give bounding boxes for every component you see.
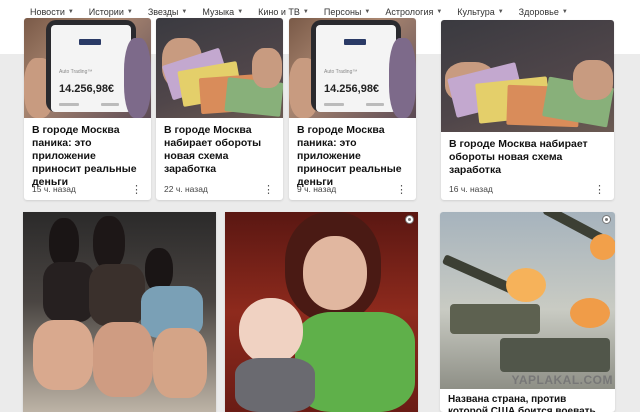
nav-item-label: Музыка bbox=[202, 7, 235, 17]
card-thumbnail bbox=[156, 18, 283, 118]
more-options-icon[interactable]: ⋮ bbox=[263, 185, 274, 196]
card-time: 9 ч. назад bbox=[297, 184, 337, 194]
chevron-down-icon: ▼ bbox=[561, 9, 568, 15]
nav-item-news[interactable]: Новости ▼ bbox=[30, 7, 74, 17]
card-time: 15 ч. назад bbox=[32, 184, 76, 194]
news-card[interactable] bbox=[23, 212, 216, 412]
card-time: 16 ч. назад bbox=[449, 184, 493, 194]
card-thumbnail: Auto Trading™ 14.256,98€ bbox=[24, 18, 151, 118]
card-title[interactable]: В городе Москва набирает обороты новая с… bbox=[164, 124, 275, 176]
ad-marker-icon[interactable] bbox=[602, 215, 611, 224]
card-title[interactable]: В городе Москва паника: это приложение п… bbox=[297, 124, 408, 189]
nav-item-cinema-tv[interactable]: Кино и ТВ ▼ bbox=[258, 7, 309, 17]
card-thumbnail bbox=[225, 212, 418, 412]
more-options-icon[interactable]: ⋮ bbox=[594, 185, 605, 196]
card-thumbnail bbox=[440, 212, 615, 389]
card-title[interactable]: В городе Москва набирает обороты новая с… bbox=[449, 138, 606, 177]
chevron-down-icon: ▼ bbox=[181, 9, 188, 15]
news-card[interactable]: Auto Trading™ 14.256,98€ В городе Москва… bbox=[289, 18, 416, 200]
card-thumbnail bbox=[23, 212, 216, 412]
more-options-icon[interactable]: ⋮ bbox=[131, 185, 142, 196]
phone-image: Auto Trading™ 14.256,98€ bbox=[311, 20, 401, 112]
nav-item-label: Здоровье bbox=[518, 7, 559, 17]
nav-item-label: Астрология bbox=[385, 7, 434, 17]
news-card[interactable] bbox=[225, 212, 418, 412]
nav-item-health[interactable]: Здоровье ▼ bbox=[519, 7, 568, 17]
nav-item-music[interactable]: Музыка ▼ bbox=[202, 7, 243, 17]
chevron-down-icon: ▼ bbox=[237, 9, 244, 15]
chevron-down-icon: ▼ bbox=[302, 9, 309, 15]
chevron-down-icon: ▼ bbox=[67, 9, 74, 15]
card-thumbnail bbox=[441, 20, 614, 132]
nav-item-label: Истории bbox=[88, 7, 124, 17]
nav-item-stars[interactable]: Звезды ▼ bbox=[148, 7, 188, 17]
nav-item-label: Звезды bbox=[147, 7, 179, 17]
news-card[interactable]: Auto Trading™ 14.256,98€ В городе Москва… bbox=[24, 18, 151, 200]
news-card[interactable]: В городе Москва набирает обороты новая с… bbox=[156, 18, 283, 200]
card-time: 22 ч. назад bbox=[164, 184, 208, 194]
nav-item-stories[interactable]: Истории ▼ bbox=[89, 7, 133, 17]
more-options-icon[interactable]: ⋮ bbox=[396, 185, 407, 196]
nav-item-label: Культура bbox=[457, 7, 495, 17]
nav-item-persons[interactable]: Персоны ▼ bbox=[324, 7, 370, 17]
nav-item-label: Персоны bbox=[323, 7, 362, 17]
card-thumbnail: Auto Trading™ 14.256,98€ bbox=[289, 18, 416, 118]
card-title[interactable]: Названа страна, против которой США боитс… bbox=[448, 394, 607, 412]
phone-image: Auto Trading™ 14.256,98€ bbox=[46, 20, 136, 112]
nav-item-label: Кино и ТВ bbox=[258, 7, 300, 17]
chevron-down-icon: ▼ bbox=[364, 9, 371, 15]
chevron-down-icon: ▼ bbox=[497, 9, 504, 15]
chevron-down-icon: ▼ bbox=[436, 9, 443, 15]
news-feed-page: Новости ▼ Истории ▼ Звезды ▼ Музыка ▼ Кино и… bbox=[0, 0, 640, 412]
nav-item-label: Новости bbox=[30, 7, 65, 17]
chevron-down-icon: ▼ bbox=[126, 9, 133, 15]
nav-item-culture[interactable]: Культура ▼ bbox=[457, 7, 503, 17]
card-title[interactable]: В городе Москва паника: это приложение п… bbox=[32, 124, 143, 189]
news-card[interactable]: В городе Москва набирает обороты новая с… bbox=[441, 20, 614, 200]
watermark: YAPLAKAL.COM bbox=[511, 373, 613, 387]
nav-item-astrology[interactable]: Астрология ▼ bbox=[385, 7, 442, 17]
ad-marker-icon[interactable] bbox=[405, 215, 414, 224]
